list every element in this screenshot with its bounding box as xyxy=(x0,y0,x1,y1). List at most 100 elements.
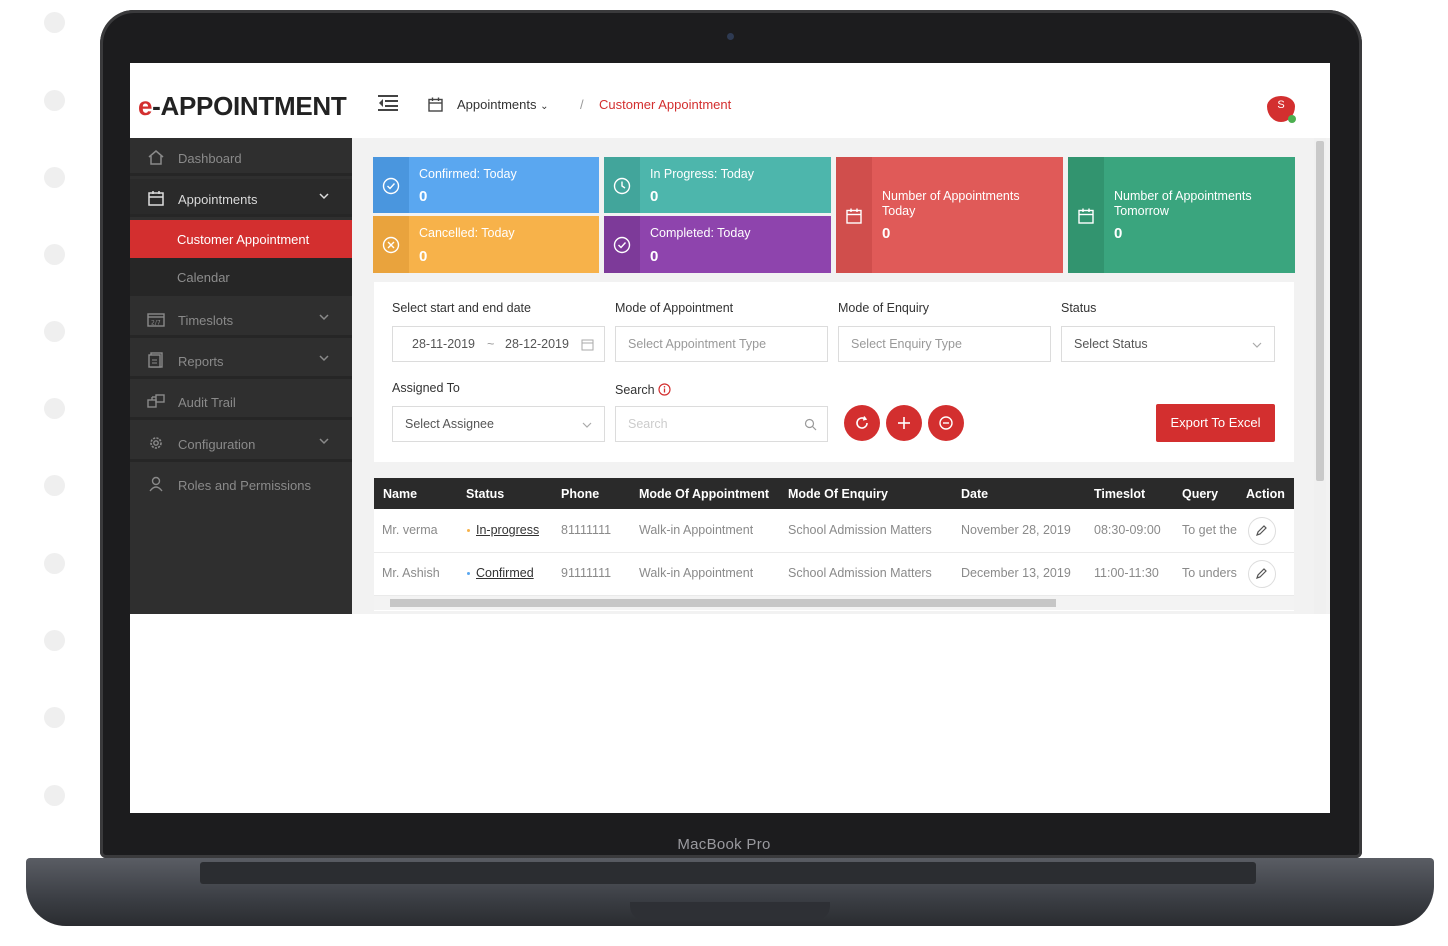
breadcrumb-appointments[interactable]: Appointments ⌄ xyxy=(457,97,549,112)
appointments-table: Name Status Phone Mode Of Appointment Mo… xyxy=(374,478,1294,611)
calendar-icon xyxy=(428,97,443,112)
cell-enquiry: School Admission Matters xyxy=(788,566,932,580)
chevron-down-icon xyxy=(319,355,329,362)
card-confirmed-today[interactable]: Confirmed: Today 0 xyxy=(373,157,599,213)
card-value: 0 xyxy=(419,248,428,265)
card-cancelled-today[interactable]: Cancelled: Today 0 xyxy=(373,216,599,273)
card-in-progress-today[interactable]: In Progress: Today 0 xyxy=(604,157,831,213)
chevron-down-icon xyxy=(319,314,329,321)
svg-text:2/7: 2/7 xyxy=(151,320,161,327)
edit-button[interactable] xyxy=(1248,517,1276,545)
camera xyxy=(727,33,734,40)
cell-mode: Walk-in Appointment xyxy=(639,566,754,580)
status-dot xyxy=(467,529,470,532)
cell-date: November 28, 2019 xyxy=(961,523,1071,537)
sidebar-item-dashboard[interactable]: Dashboard xyxy=(130,138,352,176)
calendar-icon xyxy=(846,208,862,224)
status-dot xyxy=(467,572,470,575)
table-row[interactable]: Mr. verma In-progress 81111111 Walk-in A… xyxy=(374,509,1294,553)
cell-enquiry: School Admission Matters xyxy=(788,523,932,537)
status-link[interactable]: In-progress xyxy=(476,523,539,537)
column-header[interactable]: Mode Of Appointment xyxy=(639,487,769,501)
column-header[interactable]: Mode Of Enquiry xyxy=(788,487,888,501)
status-select[interactable]: Select Status xyxy=(1061,326,1275,362)
chevron-down-icon: ⌄ xyxy=(540,101,549,112)
card-title-line1: Number of Appointments xyxy=(1114,189,1252,203)
card-title-line2: Tomorrow xyxy=(1114,204,1169,218)
horizontal-scrollbar[interactable] xyxy=(374,596,1294,610)
gear-icon xyxy=(150,437,162,449)
edit-icon xyxy=(1256,525,1267,536)
column-header[interactable]: Date xyxy=(961,487,988,501)
check-circle-icon xyxy=(613,236,631,254)
horizontal-scroll-thumb[interactable] xyxy=(390,599,1056,607)
card-title-line1: Number of Appointments xyxy=(882,189,1020,203)
card-completed-today[interactable]: Completed: Today 0 xyxy=(604,216,831,273)
cancel-circle-icon xyxy=(382,236,400,254)
edit-button[interactable] xyxy=(1248,560,1276,588)
column-header[interactable]: Action xyxy=(1246,487,1285,501)
card-title: Confirmed: Today xyxy=(419,167,517,181)
status-label: Status xyxy=(1061,301,1097,315)
search-input[interactable]: Search xyxy=(615,406,828,442)
column-header[interactable]: Name xyxy=(383,487,417,501)
clear-filters-button[interactable] xyxy=(928,405,964,441)
top-bar: e-APPOINTMENT Appointments ⌄ / Customer … xyxy=(130,63,1330,138)
export-excel-button[interactable]: Export To Excel xyxy=(1156,404,1275,442)
cell-timeslot: 11:00-11:30 xyxy=(1094,566,1159,580)
sidebar-item-customer-appointment[interactable]: Customer Appointment xyxy=(130,220,352,258)
sidebar-item-calendar[interactable]: Calendar xyxy=(130,258,352,296)
status-link[interactable]: Confirmed xyxy=(476,566,534,580)
add-appointment-button[interactable] xyxy=(886,405,922,441)
decorative-dots xyxy=(44,12,66,892)
chevron-down-icon xyxy=(319,193,329,200)
home-icon xyxy=(148,150,164,165)
info-icon[interactable] xyxy=(658,383,671,396)
app-screen: e-APPOINTMENT Appointments ⌄ / Customer … xyxy=(130,63,1330,813)
cell-phone: 81111111 xyxy=(561,523,612,537)
sidebar-item-timeslots[interactable]: 2/7 Timeslots xyxy=(130,300,352,338)
minus-circle-icon xyxy=(939,416,953,430)
column-header[interactable]: Timeslot xyxy=(1094,487,1145,501)
sidebar-item-reports[interactable]: Reports xyxy=(130,341,352,379)
card-value: 0 xyxy=(650,188,659,205)
search-icon xyxy=(804,418,817,431)
check-circle-icon xyxy=(382,177,400,195)
enquiry-type-select[interactable]: Select Enquiry Type xyxy=(838,326,1051,362)
table-row[interactable]: Mr. Ashish Confirmed 91111111 Walk-in Ap… xyxy=(374,552,1294,596)
cell-query: To unders xyxy=(1182,566,1237,580)
report-icon xyxy=(148,352,163,368)
breadcrumb-current: Customer Appointment xyxy=(599,97,732,112)
sidebar-item-audit-trail[interactable]: Audit Trail xyxy=(130,382,352,420)
assignee-select[interactable]: Select Assignee xyxy=(392,406,605,442)
refresh-icon xyxy=(856,416,868,429)
column-header[interactable]: Status xyxy=(466,487,504,501)
column-header[interactable]: Phone xyxy=(561,487,599,501)
date-range-label: Select start and end date xyxy=(392,301,531,315)
app-logo[interactable]: e-APPOINTMENT xyxy=(138,91,347,122)
card-appointments-tomorrow[interactable]: Number of Appointments Tomorrow 0 xyxy=(1068,157,1295,273)
calendar-icon xyxy=(581,339,594,351)
clock-icon xyxy=(613,177,631,195)
card-title: Cancelled: Today xyxy=(419,226,515,240)
sidebar-item-roles-permissions[interactable]: Roles and Permissions xyxy=(130,465,352,503)
menu-toggle-icon[interactable] xyxy=(378,94,398,112)
card-title: Completed: Today xyxy=(650,226,751,240)
card-value: 0 xyxy=(419,188,428,205)
sidebar-item-configuration[interactable]: Configuration xyxy=(130,424,352,462)
edit-icon xyxy=(1256,568,1267,579)
card-title: In Progress: Today xyxy=(650,167,754,181)
column-header[interactable]: Query xyxy=(1182,487,1218,501)
user-icon xyxy=(149,476,163,492)
assigned-to-label: Assigned To xyxy=(392,381,460,395)
audit-icon xyxy=(147,394,165,408)
sidebar-item-appointments[interactable]: Appointments xyxy=(130,179,352,217)
card-appointments-today[interactable]: Number of Appointments Today 0 xyxy=(836,157,1063,273)
search-label: Search xyxy=(615,381,671,397)
vertical-scroll-thumb[interactable] xyxy=(1316,141,1324,481)
date-range-picker[interactable]: 28-11-2019 ~ 28-12-2019 xyxy=(392,326,605,362)
sidebar: Dashboard Appointments Customer Appointm… xyxy=(130,138,352,614)
refresh-button[interactable] xyxy=(844,405,880,441)
appointment-type-select[interactable]: Select Appointment Type xyxy=(615,326,828,362)
plus-icon xyxy=(898,417,910,429)
